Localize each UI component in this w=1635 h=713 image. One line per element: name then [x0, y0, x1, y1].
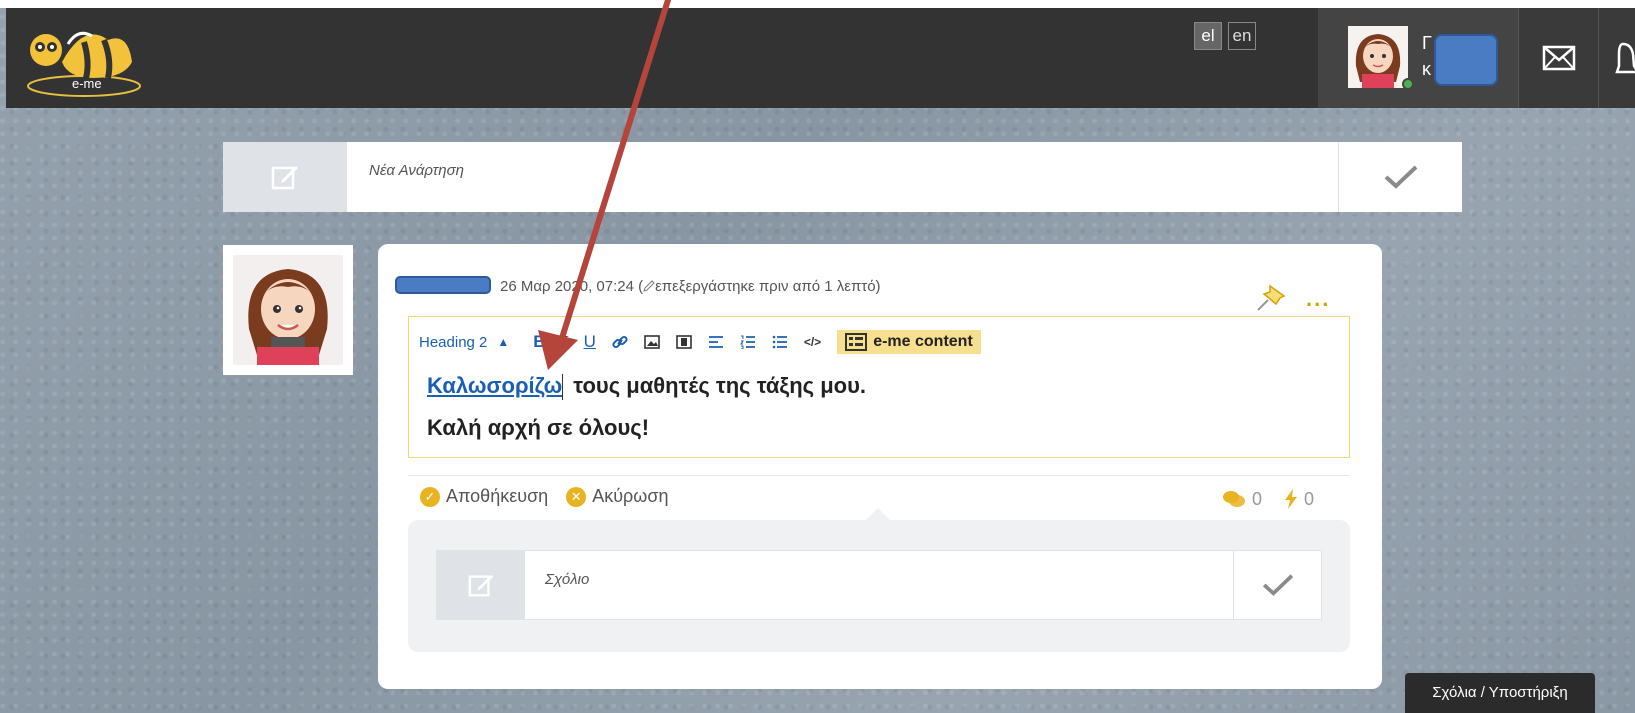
new-post-input[interactable]: Νέα Ανάρτηση	[369, 162, 464, 179]
align-button[interactable]	[708, 335, 724, 349]
editor-content-line-2[interactable]: Καλή αρχή σε όλους!	[427, 415, 649, 441]
check-icon	[1384, 165, 1417, 189]
actions-divider	[408, 475, 1350, 476]
avatar-girl-icon	[233, 255, 343, 365]
post-author-avatar-card[interactable]	[223, 245, 353, 375]
comments-count[interactable]: 0	[1222, 489, 1262, 510]
eme-content-icon	[845, 333, 868, 351]
online-status-dot	[1402, 78, 1414, 90]
ordered-list-button[interactable]	[739, 335, 756, 349]
bee-logo-icon: e-me	[27, 31, 141, 97]
post-date: 26 Μαρ 2020, 07:24 (	[500, 278, 644, 295]
check-circle-icon: ✓	[420, 486, 440, 507]
ordered-list-icon	[739, 335, 755, 349]
content-link[interactable]: Καλωσορίζω	[427, 373, 562, 398]
new-post-icon-cell	[223, 142, 347, 212]
lightning-icon	[1285, 489, 1298, 509]
heading-select-arrows-icon[interactable]: ▲︎	[497, 335, 509, 349]
image-button[interactable]	[644, 335, 660, 349]
pin-post-button[interactable]	[1254, 282, 1290, 314]
new-post-bar[interactable]: Νέα Ανάρτηση	[223, 142, 1462, 212]
underline-button[interactable]: U	[584, 332, 596, 352]
user-menu[interactable]: Γ κ	[1318, 8, 1518, 108]
eme-content-button[interactable]: e-me content	[837, 330, 981, 354]
bullet-list-button[interactable]	[772, 335, 788, 349]
comments-icon	[1223, 491, 1245, 507]
link-button[interactable]	[612, 334, 628, 350]
svg-text:e-me: e-me	[72, 76, 102, 91]
top-strip	[0, 0, 1635, 8]
messages-button[interactable]	[1518, 8, 1598, 108]
video-button[interactable]	[676, 335, 692, 349]
cancel-button[interactable]: ✕ Ακύρωση	[566, 486, 668, 507]
top-navbar: e-me el en Γ κ	[6, 8, 1635, 108]
eme-logo[interactable]: e-me	[24, 22, 144, 98]
post-author-avatar	[233, 255, 343, 365]
comment-area-notch	[866, 508, 890, 520]
comment-icon-cell	[437, 551, 525, 619]
text-cursor	[562, 374, 564, 401]
language-en-button[interactable]: en	[1228, 22, 1256, 50]
post-meta: 26 Μαρ 2020, 07:24 ( επεξεργάστηκε πριν α…	[500, 278, 881, 295]
comment-input[interactable]: Σχόλιο	[545, 571, 589, 588]
edit-icon	[271, 166, 298, 190]
italic-button[interactable]: I	[562, 332, 568, 353]
envelope-icon	[1542, 45, 1575, 71]
code-button[interactable]: </>	[804, 335, 821, 349]
post-card: 26 Μαρ 2020, 07:24 ( επεξεργάστηκε πριν α…	[378, 244, 1382, 689]
comment-area: Σχόλιο	[408, 508, 1350, 652]
post-actions: ✓ Αποθήκευση ✕ Ακύρωση	[420, 486, 686, 507]
comment-submit-button[interactable]	[1233, 551, 1321, 619]
comment-box[interactable]: Σχόλιο	[436, 550, 1322, 620]
post-more-menu-button[interactable]: ...	[1306, 286, 1330, 312]
user-name: Γ κ	[1422, 33, 1432, 79]
user-avatar	[1348, 26, 1408, 88]
notifications-button[interactable]	[1598, 8, 1635, 108]
redacted-user-name	[1434, 34, 1498, 86]
heading-select[interactable]: Heading 2	[419, 334, 487, 351]
redacted-author-name	[395, 276, 491, 294]
edit-icon	[468, 574, 494, 597]
editor-toolbar: Heading 2 ▲︎ B I U </> e-me content	[419, 329, 981, 355]
align-left-icon	[708, 336, 723, 348]
link-icon	[612, 335, 628, 349]
likes-count[interactable]: 0	[1284, 488, 1314, 510]
image-icon	[644, 335, 660, 349]
pushpin-icon	[1257, 284, 1286, 311]
bullet-list-icon	[772, 335, 787, 349]
post-edited-note: επεξεργάστηκε πριν από 1 λεπτό)	[655, 278, 881, 295]
new-post-submit-button[interactable]	[1338, 142, 1462, 212]
bold-button[interactable]: B	[533, 332, 545, 352]
editor-content-line-1[interactable]: Καλωσορίζω τους μαθητές της τάξης μου.	[427, 373, 866, 401]
bell-icon	[1615, 42, 1635, 74]
pencil-icon	[643, 280, 655, 292]
language-el-button[interactable]: el	[1194, 22, 1222, 50]
post-editor[interactable]: Heading 2 ▲︎ B I U </> e-me content Καλω…	[408, 316, 1350, 458]
close-circle-icon: ✕	[566, 486, 587, 507]
avatar-girl-icon	[1348, 26, 1408, 88]
save-button[interactable]: ✓ Αποθήκευση	[420, 486, 548, 507]
feedback-support-button[interactable]: Σχόλια / Υποστήριξη	[1405, 673, 1595, 713]
check-icon	[1262, 574, 1293, 596]
post-stats: 0 0	[1210, 488, 1314, 510]
film-icon	[676, 335, 692, 349]
